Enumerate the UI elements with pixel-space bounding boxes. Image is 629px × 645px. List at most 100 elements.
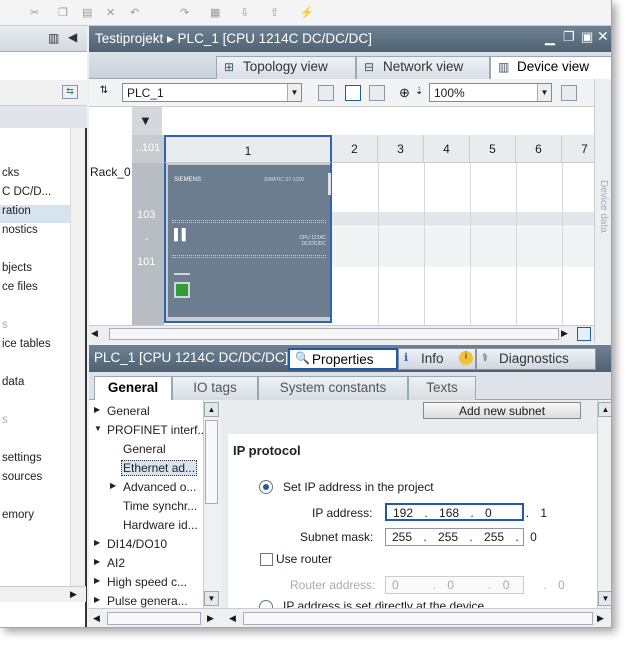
tree-hscrollbar[interactable]: ▶ xyxy=(0,586,86,602)
scroll-left-icon[interactable]: ◀ xyxy=(229,613,236,624)
nav-item-profinet-general[interactable]: General xyxy=(89,440,203,459)
device-wizard-icon[interactable]: ⇅ xyxy=(96,85,112,101)
tree-item[interactable]: C DC/D... xyxy=(0,186,70,204)
tab-info[interactable]: ℹ Info i xyxy=(398,348,476,370)
tree-item[interactable]: emory xyxy=(0,509,70,527)
nav-item-ethernet-addresses[interactable]: Ethernet ad... xyxy=(89,459,203,478)
plc-module[interactable]: SIEMENS SIMATIC S7-1200 ▌▌ CPU 1214C DC/… xyxy=(168,165,331,317)
nav-vscrollbar[interactable]: ▲ ▼ xyxy=(203,400,220,608)
panel-layout-icon[interactable]: ▥ xyxy=(48,31,59,45)
content-vscrollbar[interactable]: ▲ ▼ xyxy=(597,400,611,608)
zoom-select[interactable]: 100% ▼ xyxy=(429,83,552,102)
tree-item[interactable]: ice tables xyxy=(0,338,70,356)
slot-header-1[interactable]: 1 xyxy=(164,135,332,163)
ethernet-port-icon[interactable] xyxy=(174,282,190,298)
device-data-side-tab[interactable]: Device data xyxy=(597,180,609,250)
maximize-icon[interactable]: ▣ xyxy=(581,29,593,45)
slot-header-5[interactable]: 5 xyxy=(470,135,516,163)
nav-item-general[interactable]: ▶ General xyxy=(89,402,203,421)
nav-item-hardware-id[interactable]: Hardware id... xyxy=(89,516,203,535)
tree-item[interactable]: cks xyxy=(0,167,70,185)
slot-header-7[interactable]: 7 xyxy=(562,135,594,163)
project-tree-toolbar: ⇆ xyxy=(0,80,87,106)
scroll-thumb[interactable] xyxy=(109,328,559,340)
subtab-general[interactable]: General xyxy=(94,376,172,401)
overview-icon[interactable] xyxy=(577,327,591,341)
collapse-left-icon[interactable]: ◀ xyxy=(68,30,77,44)
chevron-down-icon[interactable]: ▼ xyxy=(287,84,301,101)
inspector-bar: PLC_1 [CPU 1214C DC/DC/DC] 🔍 Properties … xyxy=(89,345,611,372)
tree-item[interactable]: settings xyxy=(0,452,70,470)
tree-item[interactable]: ce files xyxy=(0,281,70,299)
tree-sync-icon[interactable]: ⇆ xyxy=(62,85,78,99)
tree-item[interactable]: data xyxy=(0,376,70,394)
ip-address-label: IP address: xyxy=(312,506,373,520)
tree-vscrollbar[interactable] xyxy=(70,128,85,588)
use-router-checkbox[interactable] xyxy=(260,553,273,566)
canvas-hscrollbar[interactable]: ◀ ▶ xyxy=(89,325,594,343)
scroll-down-icon[interactable]: ▼ xyxy=(598,591,611,606)
device-overview-icon[interactable] xyxy=(318,85,334,101)
triangle-down-icon[interactable]: ▼ xyxy=(139,113,152,128)
scroll-right-icon[interactable]: ▶ xyxy=(207,613,214,624)
chevron-down-icon[interactable]: ▼ xyxy=(537,84,551,101)
router-address-input[interactable]: 0 . 0 . 0 . 0 xyxy=(385,576,565,594)
subnet-mask-input[interactable]: 255 . 255 . 255 . 0 xyxy=(385,528,537,546)
layout-icon[interactable] xyxy=(561,85,577,101)
minimize-icon[interactable]: ▁ xyxy=(545,30,555,46)
tab-properties[interactable]: 🔍 Properties xyxy=(288,348,398,370)
scroll-thumb[interactable] xyxy=(205,420,218,504)
tab-topology-view[interactable]: ⊞ Topology view xyxy=(216,56,356,79)
restore-icon[interactable]: ❐ xyxy=(563,29,575,45)
tree-item-selected[interactable]: ration xyxy=(0,205,70,223)
scroll-thumb[interactable] xyxy=(107,612,201,625)
tree-item[interactable]: s xyxy=(0,319,70,337)
subtab-texts[interactable]: Texts xyxy=(408,376,476,400)
scroll-down-icon[interactable]: ▼ xyxy=(204,591,219,606)
scroll-up-icon[interactable]: ▲ xyxy=(598,402,611,417)
device-select[interactable]: PLC_1 ▼ xyxy=(122,83,302,102)
add-new-subnet-button[interactable]: Add new subnet xyxy=(423,402,581,419)
device-canvas[interactable]: ▼ ..101 1 2 3 4 5 6 7 Rack_0 103 - 101 S… xyxy=(89,107,594,325)
nav-item-high-speed-counters[interactable]: ▶ High speed c... xyxy=(89,573,203,592)
tree-item[interactable]: nostics xyxy=(0,224,70,242)
scroll-left-icon[interactable]: ◀ xyxy=(93,613,100,624)
scroll-right-icon[interactable]: ▶ xyxy=(70,589,77,600)
tab-diagnostics[interactable]: ⚕ Diagnostics xyxy=(476,348,596,370)
nav-item-advanced-options[interactable]: ▶ Advanced o... xyxy=(89,478,203,497)
plc-slot-1[interactable]: SIEMENS SIMATIC S7-1200 ▌▌ CPU 1214C DC/… xyxy=(164,163,332,323)
draw-icon[interactable] xyxy=(345,85,361,101)
scroll-right-icon[interactable]: ▶ xyxy=(561,328,568,339)
diagnostics-icon: ⚕ xyxy=(482,352,488,364)
scroll-right-icon[interactable]: ▶ xyxy=(597,613,604,624)
nav-item-profinet[interactable]: ▼ PROFINET interf... xyxy=(89,421,203,440)
scroll-up-icon[interactable]: ▲ xyxy=(204,402,219,417)
ip-address-input[interactable]: 192 . 168 . 0 . 1 xyxy=(385,503,547,521)
nav-item-ai2[interactable]: ▶ AI2 xyxy=(89,554,203,573)
grid-icon[interactable] xyxy=(369,85,385,101)
slot-header-3[interactable]: 3 xyxy=(378,135,424,163)
tree-item[interactable]: sources xyxy=(0,471,70,489)
nav-item-di14-do10[interactable]: ▶ DI14/DO10 xyxy=(89,535,203,554)
slot-header-2[interactable]: 2 xyxy=(332,135,378,163)
slot-header-6[interactable]: 6 xyxy=(516,135,562,163)
scroll-left-icon[interactable]: ◀ xyxy=(91,328,98,339)
subtab-system-constants[interactable]: System constants xyxy=(258,376,408,400)
tree-item[interactable]: s xyxy=(0,414,70,432)
zoom-down-icon[interactable]: ⇣ xyxy=(415,86,423,97)
properties-subtabs: General IO tags System constants Texts xyxy=(89,372,611,401)
tab-device-view[interactable]: ▥ Device view xyxy=(490,56,611,80)
topology-icon: ⊞ xyxy=(224,60,235,74)
radio-set-ip-in-project[interactable] xyxy=(259,480,273,494)
slot-header-4[interactable]: 4 xyxy=(424,135,470,163)
rack-collapse[interactable]: ▼ xyxy=(132,107,162,135)
nav-item-time-sync[interactable]: Time synchr... xyxy=(89,497,203,516)
tree-item[interactable]: bjects xyxy=(0,262,70,280)
zoom-icon[interactable]: ⊕ xyxy=(399,85,410,101)
top-toolbar-strip: ✂ ❐ ▤ ✕ ↶ ↷ ▦ ⇩ ⇧ ⚡ xyxy=(0,0,611,26)
properties-hscrollbar[interactable]: ◀ ▶ ◀ ▶ xyxy=(89,608,611,627)
close-icon[interactable]: ✕ xyxy=(597,28,609,45)
subtab-io-tags[interactable]: IO tags xyxy=(172,376,258,400)
scroll-thumb[interactable] xyxy=(243,612,593,625)
tab-network-view[interactable]: ⊟ Network view xyxy=(356,56,490,79)
